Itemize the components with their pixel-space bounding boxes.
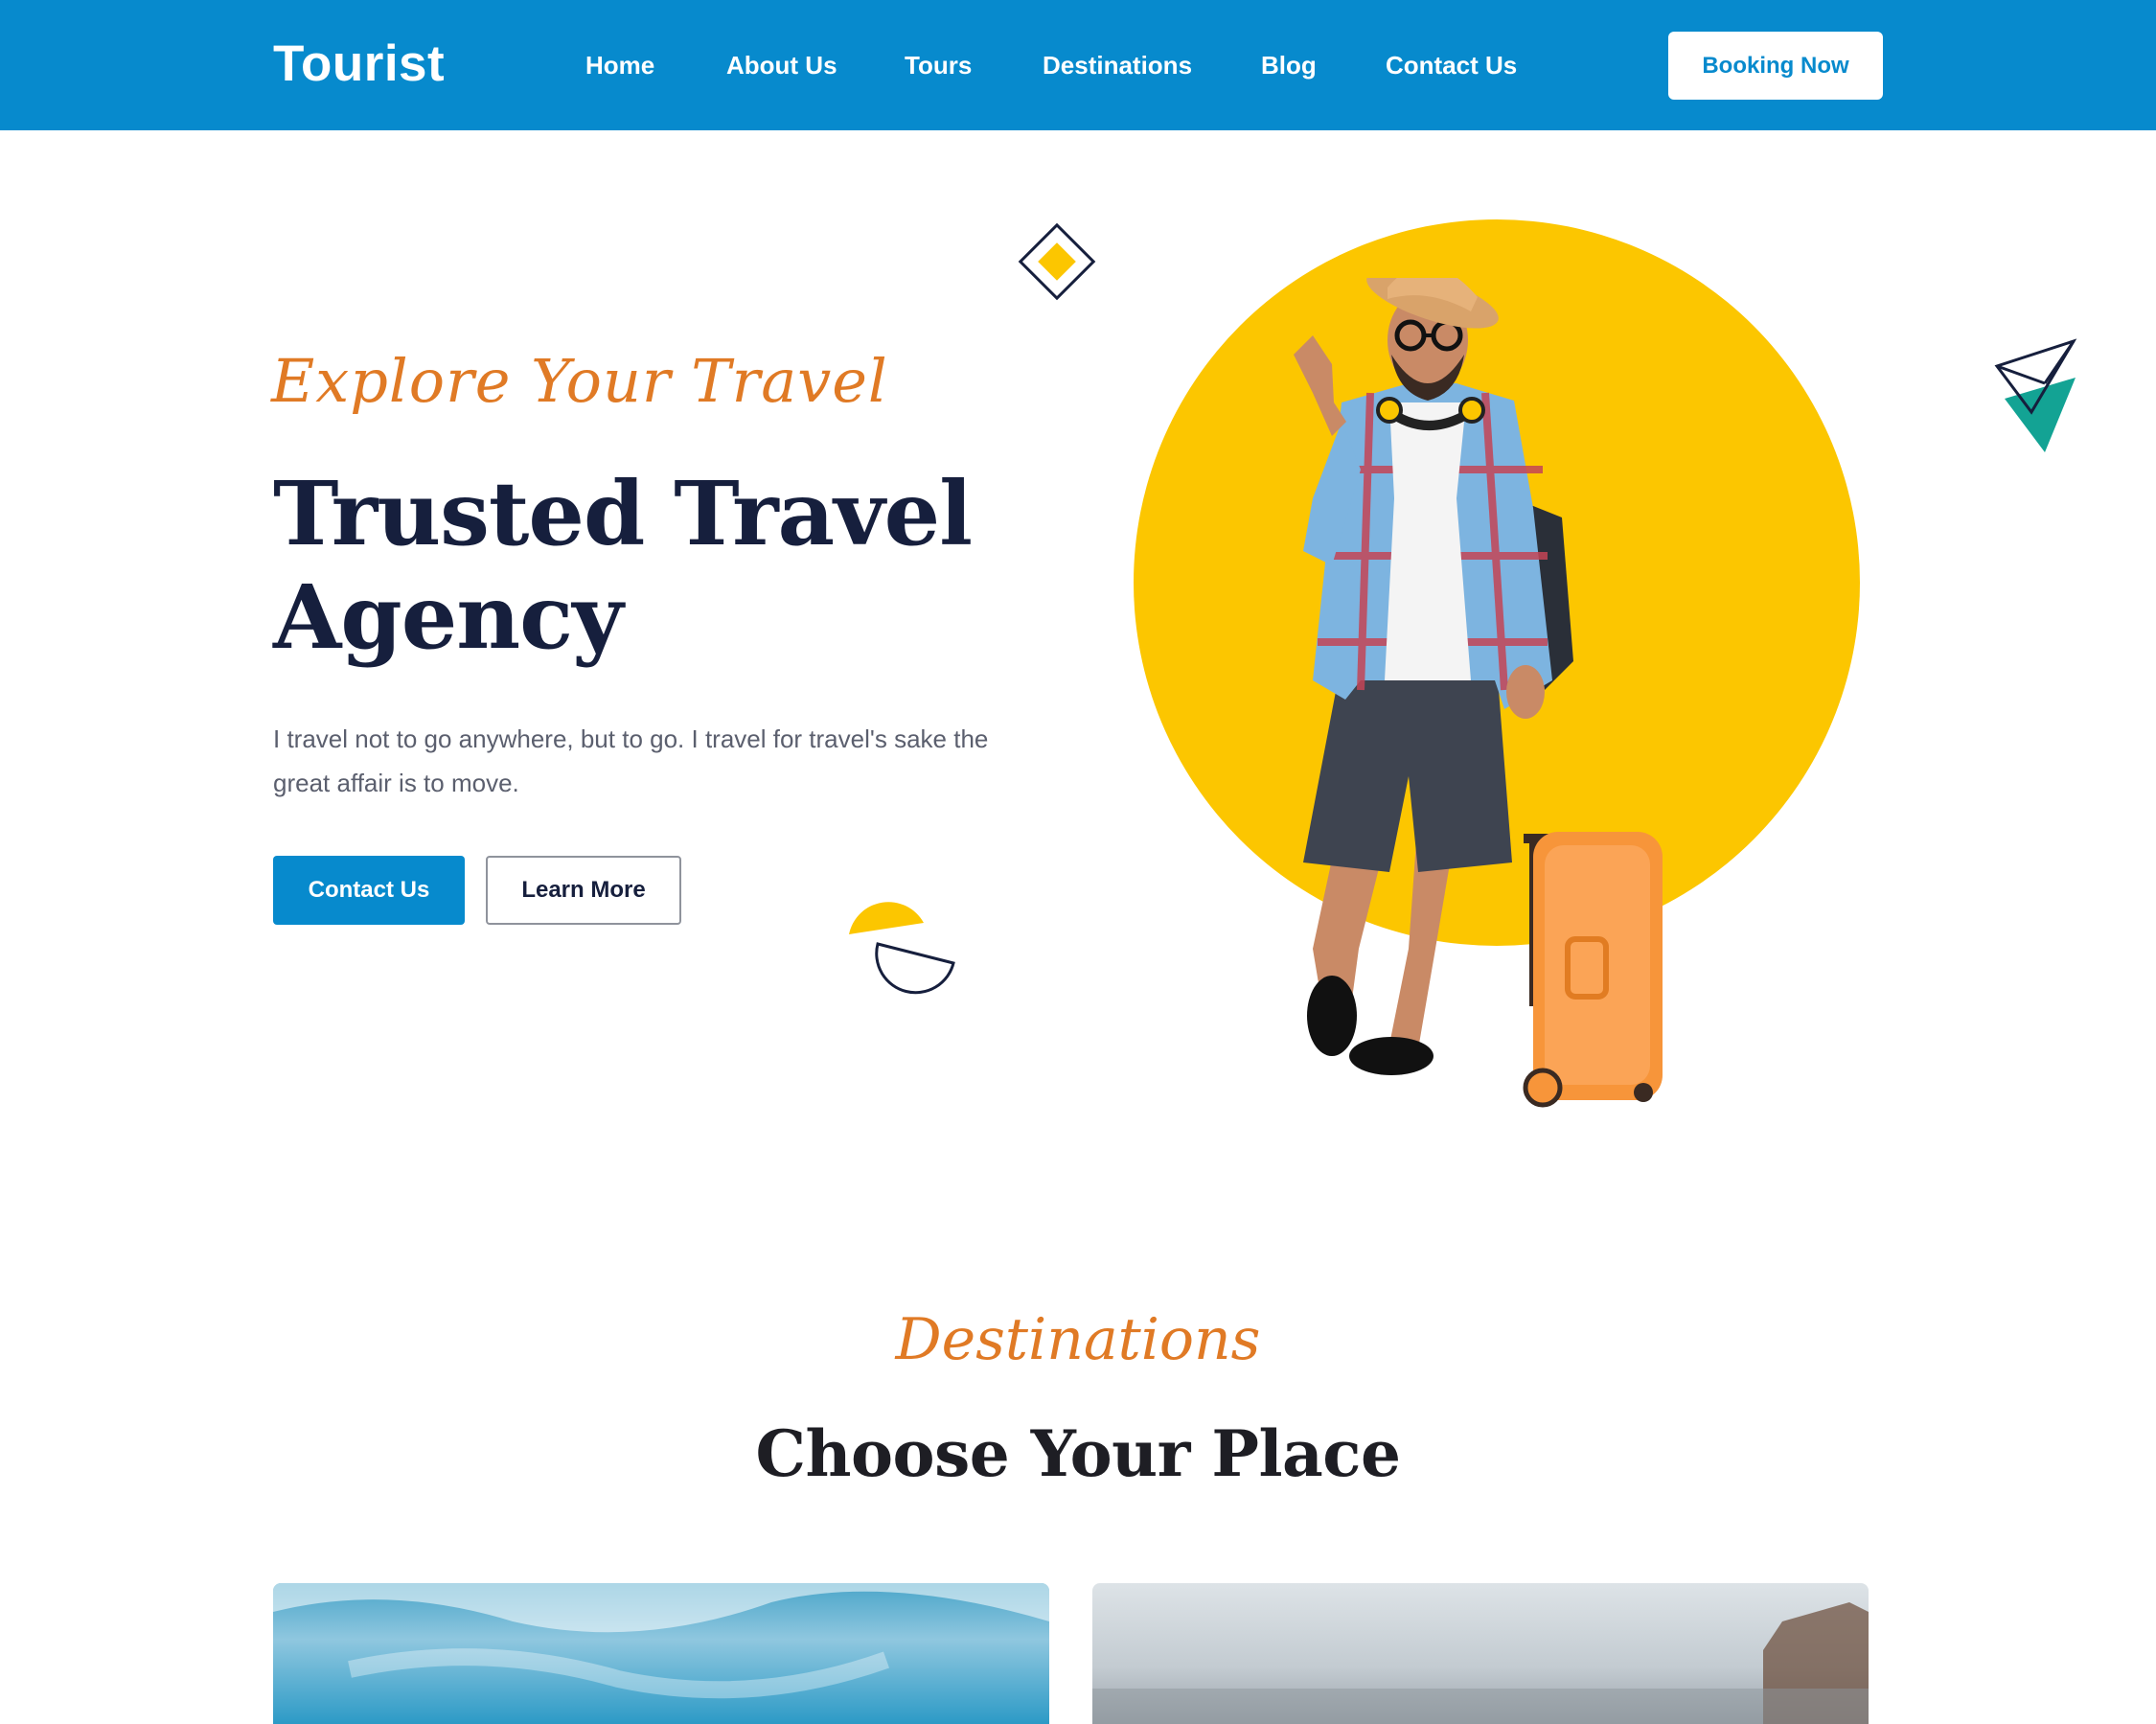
hero-title: Trusted Travel Agency xyxy=(273,462,973,669)
destination-image xyxy=(1092,1602,1869,1724)
nav-item-home[interactable]: Home xyxy=(585,48,654,82)
nav-item-destinations[interactable]: Destinations xyxy=(1043,48,1192,82)
diamond-decoration-icon xyxy=(1018,222,1096,301)
destination-image xyxy=(273,1583,1049,1699)
learn-more-button[interactable]: Learn More xyxy=(486,856,681,925)
nav-item-about-us[interactable]: About Us xyxy=(726,48,837,82)
booking-now-button[interactable]: Booking Now xyxy=(1668,32,1883,100)
destination-card[interactable] xyxy=(273,1583,1049,1724)
site-header: Tourist Home About Us Tours Destinations… xyxy=(0,0,2156,130)
traveler-illustration xyxy=(1294,278,1663,1108)
nav-item-tours[interactable]: Tours xyxy=(905,48,972,82)
half-circle-decoration-icon xyxy=(849,902,955,995)
paper-plane-decoration-icon xyxy=(1994,338,2077,452)
contact-us-button[interactable]: Contact Us xyxy=(273,856,465,925)
site-logo[interactable]: Tourist xyxy=(273,33,445,96)
nav-item-contact-us[interactable]: Contact Us xyxy=(1386,48,1517,82)
destination-card[interactable] xyxy=(1092,1583,1869,1724)
hero-tagline: Explore Your Travel xyxy=(271,346,888,416)
destinations-label: Destinations xyxy=(895,1306,1261,1373)
nav-item-blog[interactable]: Blog xyxy=(1261,48,1317,82)
hero-description: I travel not to go anywhere, but to go. … xyxy=(273,724,989,797)
destinations-title: Choose Your Place xyxy=(755,1416,1401,1491)
